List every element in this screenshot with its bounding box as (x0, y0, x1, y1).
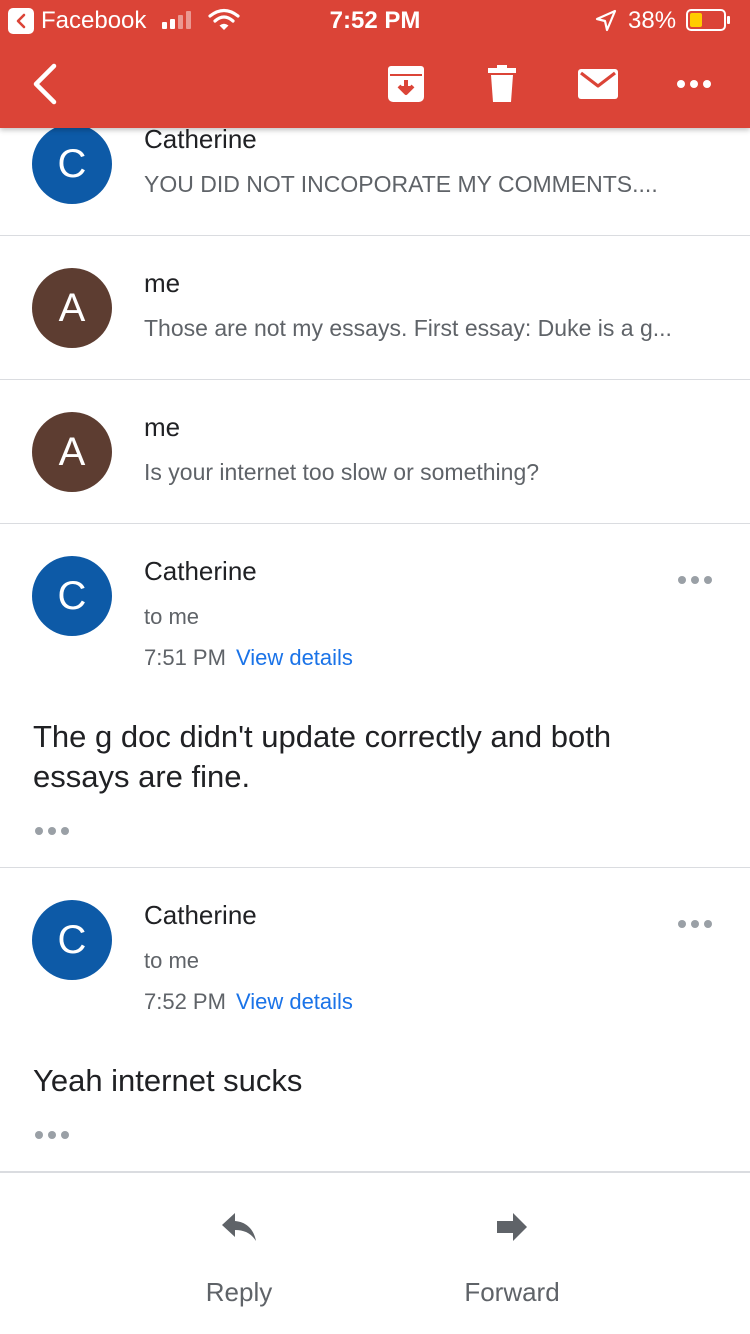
sender-name: Catherine (144, 124, 257, 154)
bottom-action-bar: Reply Forward (0, 1172, 750, 1334)
view-details-link[interactable]: View details (236, 645, 353, 670)
sender-name: me (144, 412, 181, 442)
archive-icon[interactable] (384, 64, 428, 104)
battery-percent: 38% (628, 7, 677, 34)
message-more-icon[interactable] (678, 920, 712, 928)
show-trimmed-content-icon[interactable] (35, 827, 69, 835)
sender-name: Catherine (144, 556, 257, 586)
message-time: 7:51 PM (144, 645, 226, 670)
forward-label: Forward (464, 1277, 560, 1307)
reply-label: Reply (205, 1277, 273, 1307)
battery-fill (690, 13, 702, 27)
sender-name: me (144, 268, 181, 298)
battery-icon (686, 8, 732, 32)
expanded-message: C Catherine to me 7:51 PM View details Th… (0, 524, 750, 868)
show-trimmed-content-icon[interactable] (35, 1131, 69, 1139)
message-body: Yeah internet sucks (33, 1063, 303, 1098)
sender-name: Catherine (144, 900, 257, 930)
view-details-link[interactable]: View details (236, 989, 353, 1014)
reply-icon (139, 1211, 339, 1247)
back-arrow-icon[interactable] (24, 62, 64, 106)
avatar: C (32, 900, 112, 980)
location-icon (595, 9, 617, 40)
forward-icon (412, 1211, 612, 1247)
avatar: C (32, 124, 112, 204)
recipient-line: to me (144, 948, 200, 973)
mail-icon[interactable] (576, 66, 620, 102)
app-header: Facebook 7:52 PM 38% (0, 0, 750, 128)
time-line: 7:51 PM View details (144, 645, 353, 671)
trash-icon[interactable] (486, 62, 518, 106)
forward-button[interactable]: Forward (412, 1211, 612, 1308)
message-snippet: YOU DID NOT INCOPORATE MY COMMENTS.... (144, 171, 658, 197)
toolbar (0, 42, 750, 128)
avatar: A (32, 268, 112, 348)
status-bar: Facebook 7:52 PM 38% (0, 0, 750, 42)
more-icon[interactable] (674, 70, 714, 98)
avatar: C (32, 556, 112, 636)
message-more-icon[interactable] (678, 576, 712, 584)
collapsed-message[interactable]: A me Those are not my essays. First essa… (0, 236, 750, 380)
avatar: A (32, 412, 112, 492)
message-body: The g doc didn't update correctly and bo… (33, 719, 612, 794)
time-line: 7:52 PM View details (144, 989, 353, 1015)
collapsed-message[interactable]: A me Is your internet too slow or someth… (0, 380, 750, 524)
message-snippet: Those are not my essays. First essay: Du… (144, 315, 672, 341)
message-snippet: Is your internet too slow or something? (144, 459, 540, 485)
message-time: 7:52 PM (144, 989, 226, 1014)
recipient-line: to me (144, 604, 200, 629)
reply-button[interactable]: Reply (139, 1211, 339, 1308)
expanded-message: C Catherine to me 7:52 PM View details Ye… (0, 868, 750, 1172)
